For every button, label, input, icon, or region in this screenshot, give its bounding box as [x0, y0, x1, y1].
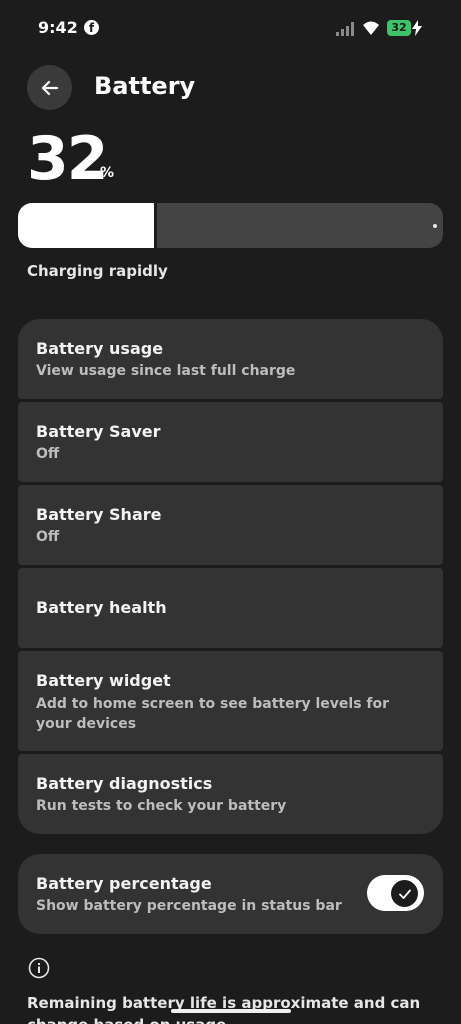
item-subtitle: Show battery percentage in status bar [36, 898, 342, 914]
battery-diagnostics-item[interactable]: Battery diagnostics Run tests to check y… [18, 754, 443, 834]
signal-icon [336, 22, 354, 36]
item-subtitle: Run tests to check your battery [36, 798, 287, 814]
item-title: Battery widget [36, 671, 171, 690]
battery-percent: 32 [27, 124, 108, 194]
status-time: 9:42 [38, 18, 78, 37]
home-indicator[interactable] [171, 1009, 291, 1013]
battery-widget-item[interactable]: Battery widget Add to home screen to see… [18, 651, 443, 751]
charging-status: Charging rapidly [27, 262, 168, 280]
item-title: Battery health [36, 598, 167, 617]
battery-saver-item[interactable]: Battery Saver Off [18, 402, 443, 482]
toggle-knob [391, 880, 418, 907]
battery-usage-item[interactable]: Battery usage View usage since last full… [18, 319, 443, 399]
arrow-left-icon [41, 80, 58, 95]
item-title: Battery Share [36, 505, 162, 524]
page-title: Battery [94, 72, 196, 100]
item-title: Battery usage [36, 339, 164, 358]
item-subtitle: View usage since last full charge [36, 363, 296, 379]
check-icon [398, 889, 411, 899]
battery-disclaimer: Remaining battery life is approximate an… [27, 994, 421, 1024]
battery-level-fill [18, 203, 157, 248]
back-button[interactable] [27, 65, 72, 110]
battery-status-icon: 32 [387, 20, 411, 36]
item-title: Battery diagnostics [36, 774, 213, 793]
info-icon [28, 957, 50, 979]
charging-bolt-icon [412, 20, 422, 36]
battery-percentage-row[interactable]: Battery percentage Show battery percenta… [18, 854, 443, 934]
facebook-icon: f [84, 20, 99, 35]
percent-sign: % [100, 165, 115, 181]
battery-percentage-toggle[interactable] [367, 875, 424, 911]
battery-share-item[interactable]: Battery Share Off [18, 485, 443, 565]
status-bar: 9:42 f 32 [0, 14, 461, 44]
battery-settings-screen: 9:42 f 32 Battery 32 % Charging rapidly … [0, 0, 461, 1024]
item-subtitle: Add to home screen to see battery levels… [36, 696, 390, 732]
battery-level-bar [18, 203, 443, 248]
battery-health-item[interactable]: Battery health [18, 568, 443, 648]
item-subtitle: Off [36, 446, 60, 462]
battery-bar-end-dot [433, 224, 437, 228]
item-title: Battery Saver [36, 422, 161, 441]
item-subtitle: Off [36, 529, 60, 545]
item-title: Battery percentage [36, 874, 212, 893]
wifi-icon [363, 21, 379, 35]
